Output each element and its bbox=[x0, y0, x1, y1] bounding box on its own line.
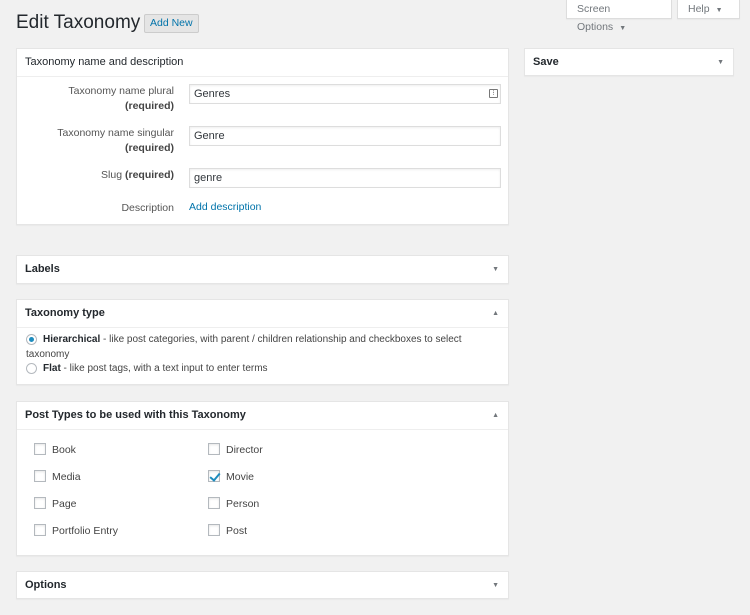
screen-options-button[interactable]: Screen Options ▼ bbox=[566, 0, 672, 33]
taxonomy-name-box-header: Taxonomy name and description bbox=[17, 49, 508, 77]
flat-radio[interactable] bbox=[26, 363, 37, 374]
options-box-header[interactable]: Options ▼ bbox=[17, 572, 508, 600]
keyboard-icon[interactable]: ⁝ bbox=[489, 89, 498, 98]
labels-box: Labels ▼ bbox=[16, 255, 509, 284]
plural-input[interactable] bbox=[189, 84, 501, 104]
taxonomy-type-box: Taxonomy type ▲ Hierarchical - like post… bbox=[16, 299, 509, 385]
help-button[interactable]: Help ▼ bbox=[677, 0, 740, 19]
singular-input[interactable] bbox=[189, 126, 501, 146]
checkbox[interactable] bbox=[34, 524, 46, 536]
checkbox[interactable] bbox=[34, 470, 46, 482]
post-types-box-header[interactable]: Post Types to be used with this Taxonomy… bbox=[17, 402, 508, 430]
hierarchical-option[interactable]: Hierarchical - like post categories, wit… bbox=[26, 332, 496, 362]
slug-label: Slug (required) bbox=[101, 169, 174, 181]
flat-option[interactable]: Flat - like post tags, with a text input… bbox=[26, 361, 496, 376]
taxonomy-type-box-header[interactable]: Taxonomy type ▲ bbox=[17, 300, 508, 328]
chevron-down-icon[interactable]: ▼ bbox=[492, 572, 499, 599]
checkbox[interactable] bbox=[34, 497, 46, 509]
post-types-box: Post Types to be used with this Taxonomy… bbox=[16, 401, 509, 556]
page-title: Edit Taxonomy bbox=[16, 12, 141, 33]
screen-options-label: Screen Options bbox=[577, 3, 614, 33]
options-box: Options ▼ bbox=[16, 571, 509, 599]
singular-label: Taxonomy name singular (required) bbox=[57, 127, 174, 154]
chevron-up-icon[interactable]: ▲ bbox=[492, 300, 499, 327]
checkbox[interactable] bbox=[34, 443, 46, 455]
chevron-down-icon: ▼ bbox=[619, 25, 627, 32]
chevron-up-icon[interactable]: ▲ bbox=[492, 402, 499, 429]
checkbox[interactable] bbox=[208, 524, 220, 536]
save-box-header[interactable]: Save ▼ bbox=[525, 49, 733, 77]
add-description-link[interactable]: Add description bbox=[189, 201, 261, 213]
labels-box-header[interactable]: Labels ▼ bbox=[17, 256, 508, 284]
hierarchical-radio[interactable] bbox=[26, 334, 37, 345]
add-new-button[interactable]: Add New bbox=[144, 14, 199, 33]
chevron-down-icon[interactable]: ▼ bbox=[717, 49, 724, 76]
taxonomy-name-box: Taxonomy name and description Taxonomy n… bbox=[16, 48, 509, 225]
checkbox-checked[interactable] bbox=[208, 470, 220, 482]
help-label: Help bbox=[688, 3, 710, 15]
save-box: Save ▼ bbox=[524, 48, 734, 76]
chevron-down-icon: ▼ bbox=[715, 7, 723, 14]
chevron-down-icon[interactable]: ▼ bbox=[492, 256, 499, 283]
description-label: Description bbox=[121, 202, 174, 214]
checkbox[interactable] bbox=[208, 497, 220, 509]
checkbox[interactable] bbox=[208, 443, 220, 455]
plural-label: Taxonomy name plural (required) bbox=[68, 85, 174, 112]
slug-input[interactable] bbox=[189, 168, 501, 188]
